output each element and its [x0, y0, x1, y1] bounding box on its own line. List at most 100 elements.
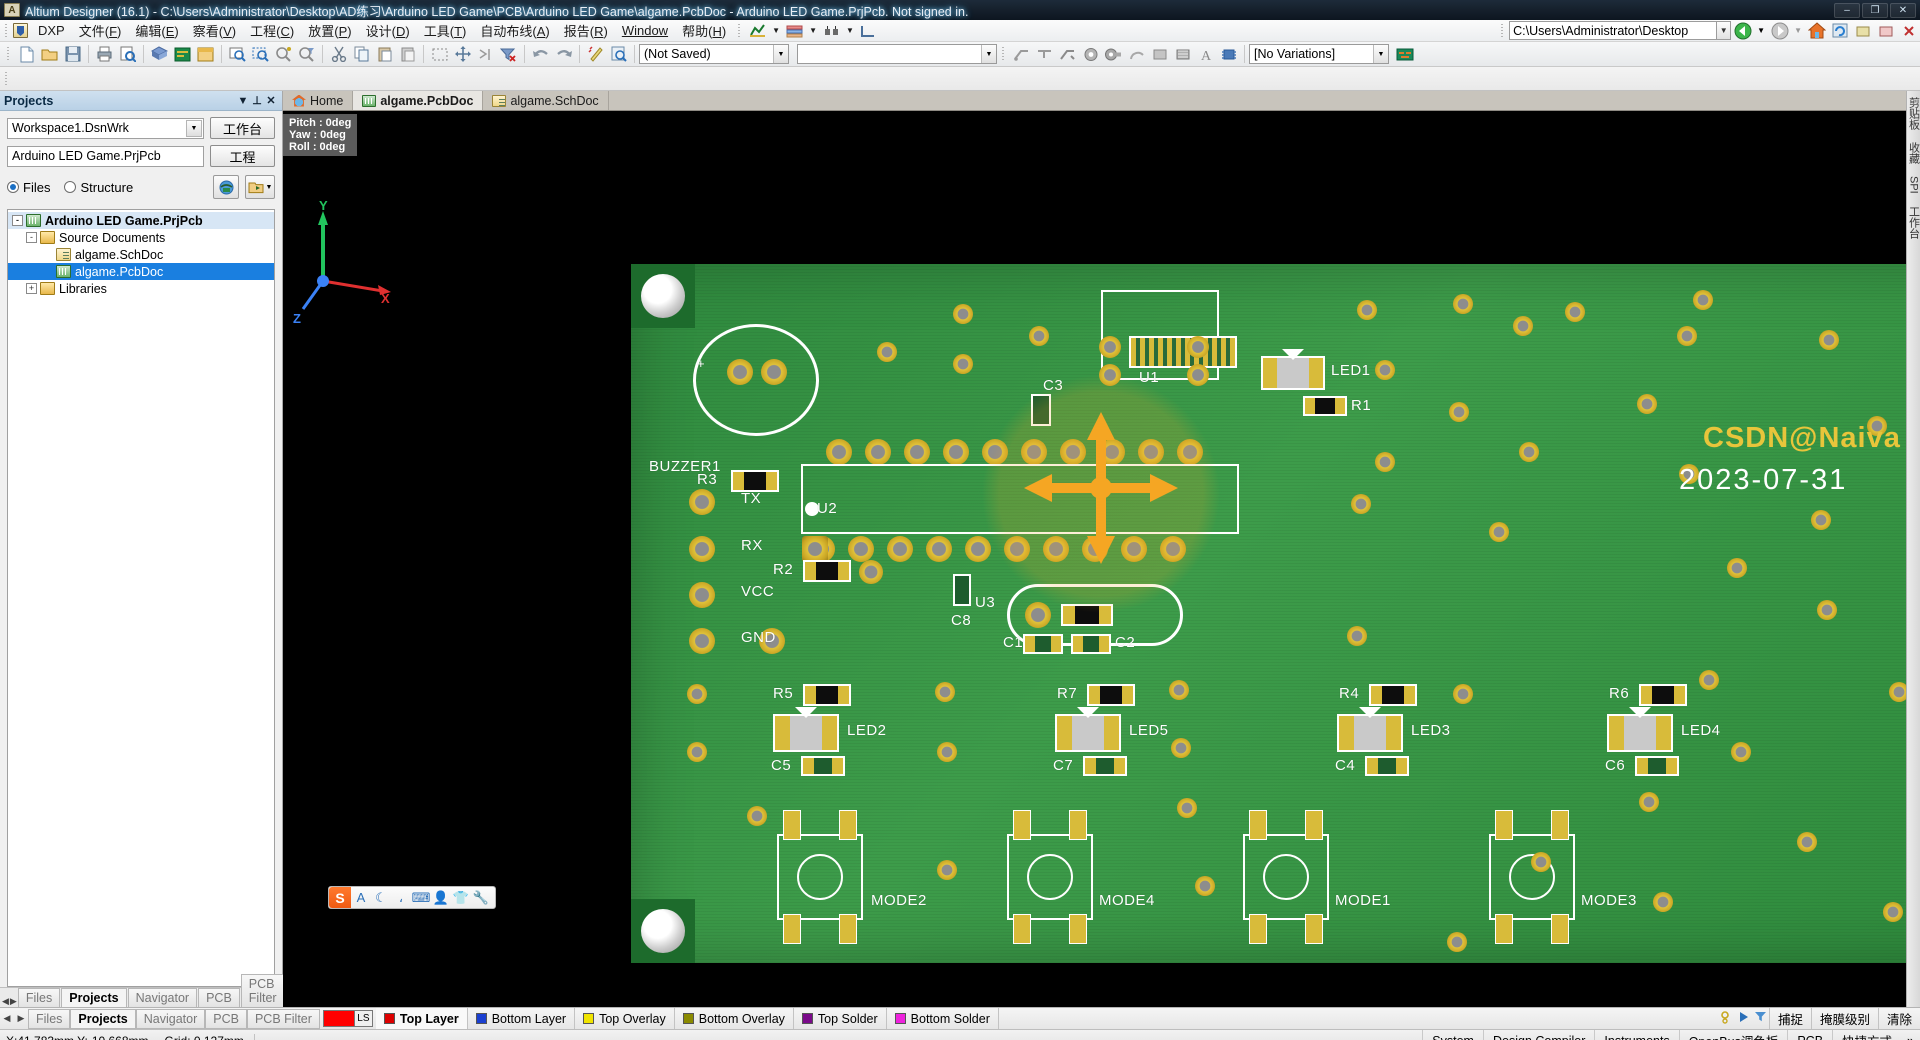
- project-input[interactable]: Arduino LED Game.PrjPcb: [7, 146, 204, 167]
- paste-special-icon[interactable]: [396, 43, 419, 65]
- saved-state-combo[interactable]: (Not Saved) ▼: [639, 44, 789, 64]
- menu-item-tools[interactable]: 工具(T): [417, 18, 474, 43]
- open-document-icon[interactable]: [38, 43, 61, 65]
- current-layer-color-box[interactable]: LS: [323, 1010, 373, 1027]
- snap-button[interactable]: 捕捉: [1769, 1008, 1811, 1029]
- document-tab-schdoc[interactable]: algame.SchDoc: [483, 91, 608, 110]
- toolbar-grip[interactable]: [5, 46, 12, 62]
- chevron-down-icon-variations[interactable]: ▼: [1373, 45, 1388, 63]
- place-fill-icon[interactable]: [1148, 43, 1171, 65]
- cut-icon[interactable]: [327, 43, 350, 65]
- components-icon[interactable]: [820, 20, 843, 42]
- radio-files[interactable]: Files: [7, 180, 50, 195]
- place-string-icon[interactable]: A: [1194, 43, 1217, 65]
- layer-tab-bottom-overlay[interactable]: Bottom Overlay: [675, 1008, 794, 1029]
- layer-tab-bottom-solder[interactable]: Bottom Solder: [887, 1008, 999, 1029]
- workspace-button[interactable]: 工作台: [210, 117, 275, 139]
- chevron-down-icon-3[interactable]: ▼: [843, 26, 857, 35]
- pcb-editor-icon[interactable]: [746, 20, 769, 42]
- new-document-icon[interactable]: [15, 43, 38, 65]
- chevron-down-icon-empty[interactable]: ▼: [981, 45, 996, 63]
- address-dropdown-icon[interactable]: ▼: [1717, 21, 1731, 40]
- menu-item-file[interactable]: 文件(F): [72, 18, 129, 43]
- variations-combo[interactable]: [No Variations] ▼: [1249, 44, 1389, 64]
- clear-button[interactable]: 清除: [1878, 1008, 1920, 1029]
- workspace-input[interactable]: Workspace1.DsnWrk ▼: [7, 118, 204, 139]
- toolbar-grip-1[interactable]: [736, 23, 743, 39]
- board-3d-icon[interactable]: [148, 43, 171, 65]
- nav-toolbar-grip[interactable]: [1499, 23, 1506, 39]
- menu-item-dxp[interactable]: DXP: [31, 20, 72, 41]
- chevron-down-icon-2[interactable]: ▼: [806, 26, 820, 35]
- snap-icon[interactable]: [1718, 1011, 1737, 1027]
- chevron-down-icon-saved[interactable]: ▼: [773, 45, 788, 63]
- refresh-icon[interactable]: [1828, 20, 1851, 42]
- status-overflow-icon[interactable]: »: [1901, 1030, 1920, 1040]
- pin-icon[interactable]: ⊥: [250, 94, 264, 107]
- menu-item-project[interactable]: 工程(C): [243, 18, 301, 43]
- radio-structure[interactable]: Structure: [64, 180, 133, 195]
- move-icon[interactable]: [451, 43, 474, 65]
- place-component-icon[interactable]: [1217, 43, 1240, 65]
- chevron-down-icon[interactable]: ▼: [236, 95, 250, 107]
- zoom-filter-icon[interactable]: [295, 43, 318, 65]
- user-icon[interactable]: 👤: [431, 887, 451, 908]
- place-via-icon[interactable]: [1079, 43, 1102, 65]
- place-polygon-icon[interactable]: [1171, 43, 1194, 65]
- place-arc-icon[interactable]: [1125, 43, 1148, 65]
- back-dropdown-icon[interactable]: ▼: [1754, 26, 1768, 35]
- project-button[interactable]: 工程: [210, 145, 275, 167]
- layer-tab-pcb[interactable]: PCB: [205, 1009, 247, 1029]
- tree-item-schdoc[interactable]: algame.SchDoc: [8, 246, 274, 263]
- tree-item-pcbdoc[interactable]: algame.PcbDoc: [8, 263, 274, 280]
- save-icon[interactable]: [61, 43, 84, 65]
- zoom-area-icon[interactable]: [249, 43, 272, 65]
- menu-item-edit[interactable]: 编辑(E): [128, 18, 185, 43]
- browse-icon[interactable]: [607, 43, 630, 65]
- print-icon[interactable]: [93, 43, 116, 65]
- panel-tab-projects[interactable]: Projects: [61, 988, 126, 1007]
- layer-tab-navigator[interactable]: Navigator: [136, 1009, 206, 1029]
- status-button-design-compiler[interactable]: Design Compiler: [1483, 1030, 1594, 1040]
- chevron-down-icon-open[interactable]: ▼: [266, 184, 273, 191]
- clear-filter-icon[interactable]: [497, 43, 520, 65]
- layer-prev-icon[interactable]: ◀: [0, 1013, 14, 1024]
- right-tab-clipboard[interactable]: 剪贴板: [1906, 97, 1920, 130]
- ime-toolbar[interactable]: S A ☾ ، ⌨ 👤 👕 🔧: [328, 886, 496, 909]
- layer-next-icon[interactable]: ▶: [14, 1013, 28, 1024]
- layer-stack-icon[interactable]: [783, 20, 806, 42]
- place-line-icon[interactable]: [1033, 43, 1056, 65]
- chevron-down-icon-1[interactable]: ▼: [769, 26, 783, 35]
- tree-item-source-documents[interactable]: - Source Documents: [8, 229, 274, 246]
- panel-tab-files[interactable]: Files: [18, 988, 60, 1007]
- address-bar[interactable]: C:\Users\Administrator\Desktop: [1509, 21, 1717, 40]
- document-tab-home[interactable]: Home: [283, 91, 353, 110]
- tree-toggle-icon[interactable]: +: [26, 283, 37, 294]
- font-icon[interactable]: A: [351, 887, 371, 908]
- current-layer-swatch[interactable]: [324, 1011, 354, 1026]
- close-icon[interactable]: ✕: [264, 94, 278, 107]
- menu-item-view[interactable]: 察看(V): [186, 18, 243, 43]
- pcb-board[interactable]: +: [631, 264, 1906, 963]
- panel-tab-navigator[interactable]: Navigator: [128, 988, 198, 1007]
- panel-tab-pcb[interactable]: PCB: [198, 988, 240, 1007]
- document-tab-pcbdoc[interactable]: algame.PcbDoc: [353, 91, 483, 110]
- tree-toggle-icon[interactable]: -: [26, 232, 37, 243]
- layer-tab-top-layer[interactable]: Top Layer: [376, 1008, 468, 1029]
- cursor-icon[interactable]: [1737, 1011, 1752, 1026]
- select-area-icon[interactable]: [428, 43, 451, 65]
- forward-dropdown-icon[interactable]: ▼: [1791, 26, 1805, 35]
- keyboard-icon[interactable]: ⌨: [411, 887, 431, 908]
- pcb-3d-viewport[interactable]: Y X Z +: [283, 111, 1906, 1007]
- forward-icon[interactable]: [1768, 20, 1791, 42]
- panel-tabs-next-icon[interactable]: ▶: [10, 996, 17, 1007]
- tree-item-project[interactable]: - Arduino LED Game.PrjPcb: [8, 212, 274, 229]
- zoom-fit-icon[interactable]: [226, 43, 249, 65]
- menu-item-design[interactable]: 设计(D): [359, 18, 417, 43]
- open-project-icon[interactable]: ▼: [245, 175, 275, 199]
- close-document-icon[interactable]: [1897, 20, 1920, 42]
- empty-combo[interactable]: ▼: [797, 44, 997, 64]
- place-toolbar-grip[interactable]: [1000, 46, 1007, 62]
- status-button-instruments[interactable]: Instruments: [1594, 1030, 1678, 1040]
- status-button-system[interactable]: System: [1422, 1030, 1483, 1040]
